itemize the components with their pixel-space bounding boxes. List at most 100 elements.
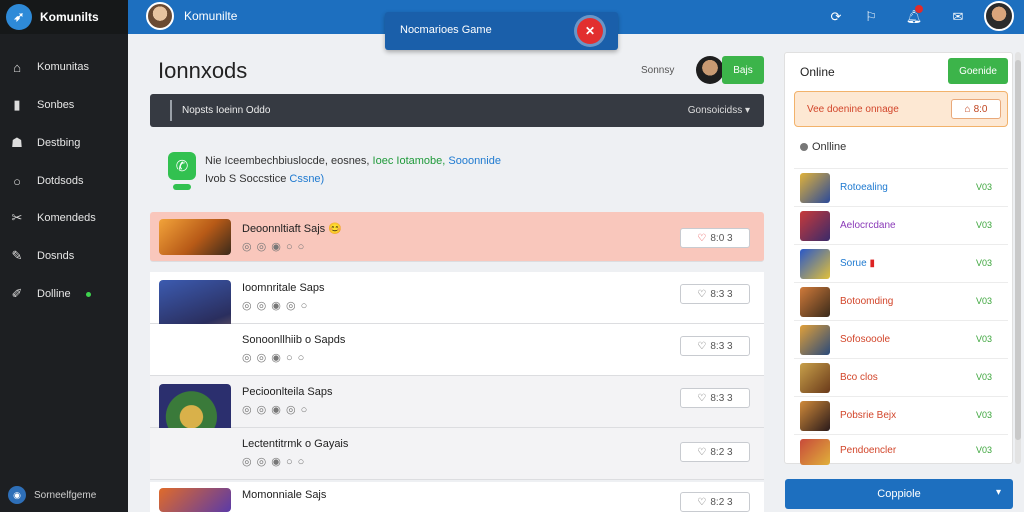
panel-action-button[interactable]: Goenide	[948, 58, 1008, 84]
user-list-item[interactable]: Sorue ▮ V03	[794, 244, 1008, 282]
join-button[interactable]: Bajs	[722, 56, 764, 84]
row-rating: ◎ ◎ ◉ ○ ○	[242, 456, 306, 468]
like-button[interactable]: ♡ 8:3 3	[680, 336, 750, 356]
info-text-link[interactable]: Sooonnide	[448, 155, 501, 167]
sidebar-item-label: Sonbes	[37, 99, 75, 111]
info-text-green[interactable]: Ioec Iotamobe,	[373, 155, 449, 167]
sidebar-item-dolline[interactable]: ✐ Dolline	[0, 279, 128, 309]
list-item[interactable]: Ioomnritale Saps ◎ ◎ ◉ ◎ ○ ♡ 8:3 3	[150, 272, 764, 362]
user-list-item[interactable]: Pobsrie Bejx V03	[794, 396, 1008, 434]
heart-icon: ♡	[697, 496, 707, 508]
page-title: Ionnxods	[158, 58, 248, 83]
user-status: V03	[976, 220, 993, 230]
sidebar-item-sonbes[interactable]: ▮ Sonbes	[0, 90, 128, 120]
user-list-item[interactable]: Sofosooole V03	[794, 320, 1008, 358]
user-avatar	[800, 439, 830, 465]
whatsapp-icon[interactable]: ✆	[168, 152, 196, 180]
row-title: Deoonnltiaft Sajs 😊	[242, 223, 342, 235]
pen-icon: ✎	[11, 248, 23, 263]
user-status: V03	[976, 372, 993, 382]
sidebar-footer[interactable]: ◉ Sorneelfgeme	[0, 478, 128, 512]
home-icon: ⌂	[13, 59, 21, 75]
sidebar-item-dosnds[interactable]: ✎ Dosnds	[0, 241, 128, 271]
chat-icon[interactable]: ⚐	[861, 7, 881, 27]
filter-bar[interactable]: Nopsts Ioeinn Oddo Gonsoicidss ▾	[150, 94, 764, 127]
status-dot-icon	[800, 143, 808, 151]
game-banner-close-button[interactable]: ✕	[577, 18, 603, 44]
sidebar-item-komunitas[interactable]: ⌂ Komunitas	[0, 52, 128, 82]
row-rating: ◎ ◎ ◉ ○ ○	[242, 241, 306, 253]
game-thumbnail	[159, 219, 231, 255]
like-button[interactable]: ♡ 8:2 3	[680, 442, 750, 462]
like-count: 8:2 3	[710, 496, 733, 508]
row-rating: ◎ ◎ ◉ ◎ ○	[242, 300, 309, 312]
message-icon[interactable]: ✉	[948, 7, 968, 27]
sidebar-item-label: Komunitas	[37, 61, 89, 73]
sort-label[interactable]: Sonnsy	[641, 65, 674, 76]
heart-icon: ♡	[697, 392, 707, 404]
like-button[interactable]: ♡ 8:3 3	[680, 388, 750, 408]
sidebar-item-destbing[interactable]: ☗ Destbing	[0, 128, 128, 158]
sort-avatar	[696, 56, 724, 84]
sidebar: ➶ Komunilts ⌂ Komunitas ▮ Sonbes ☗ Destb…	[0, 0, 128, 512]
online-heading: Onlline	[800, 141, 846, 153]
list-item[interactable]: Lectentitrmk o Gayais ◎ ◎ ◉ ○ ○ ♡ 8:2 3	[150, 428, 764, 480]
user-status: V03	[976, 258, 993, 268]
list-item[interactable]: Deoonnltiaft Sajs 😊 ◎ ◎ ◉ ○ ○ ♡ 8:0 3	[150, 212, 764, 262]
sidebar-item-dotdsods[interactable]: ○ Dotdsods	[0, 166, 128, 196]
user-name: Aelocrcdane	[840, 220, 896, 231]
whatsapp-sub-icon	[173, 184, 191, 190]
topbar-title: Komunilte	[184, 9, 238, 23]
like-button[interactable]: ♡ 8:0 3	[680, 228, 750, 248]
user-name: Botoomding	[840, 296, 894, 307]
user-list-item[interactable]: Aelocrcdane V03	[794, 206, 1008, 244]
like-count: 8:2 3	[710, 446, 733, 458]
user-list-item[interactable]: Rotoealing V03	[794, 168, 1008, 206]
like-button[interactable]: ♡ 8:2 3	[680, 492, 750, 512]
user-list-item[interactable]: Pendoencler V03	[794, 434, 1008, 465]
footer-avatar-icon: ◉	[8, 486, 26, 504]
user-name: Sofosooole	[840, 334, 891, 345]
promo-banner[interactable]: Vee doenine onnage ⌂ 8:0	[794, 91, 1008, 127]
scrollbar[interactable]	[1015, 52, 1021, 464]
user-avatar	[800, 211, 830, 241]
user-status: V03	[976, 445, 993, 455]
row-rating: ◎ ◎ ◉ ◎ ○	[242, 404, 309, 416]
promo-button-label: 8:0	[973, 103, 988, 115]
list-item[interactable]: Momonniale Sajs ♡ 8:2 3	[150, 482, 764, 512]
brand-name: Komunilts	[40, 10, 99, 24]
user-avatar[interactable]	[984, 1, 1014, 31]
bottom-action-button[interactable]: Coppiole ▾	[785, 479, 1013, 509]
sidebar-item-komendeds[interactable]: ✂ Komendeds	[0, 203, 128, 233]
info-text-part: Ivob S Soccstice	[205, 173, 290, 185]
heart-icon: ♡	[697, 340, 707, 352]
user-avatar	[800, 325, 830, 355]
promo-button[interactable]: ⌂ 8:0	[951, 99, 1001, 119]
user-list-item[interactable]: Bco clos V03	[794, 358, 1008, 396]
edit-icon: ✐	[11, 286, 23, 301]
user-status: V03	[976, 296, 993, 306]
list-item[interactable]: Pecioonlteila Saps ◎ ◎ ◉ ◎ ○ ♡ 8:3 3	[150, 376, 764, 466]
heart-icon: ♡	[697, 288, 707, 300]
row-title: Lectentitrmk o Gayais	[242, 438, 349, 450]
online-panel: Online Goenide Vee doenine onnage ⌂ 8:0 O…	[784, 52, 1013, 465]
row-title: Momonniale Sajs	[242, 489, 327, 501]
bookmark-icon: ▮	[13, 97, 21, 112]
avatar[interactable]	[146, 2, 174, 30]
game-banner[interactable]: Nocmarioes Game ✕	[385, 12, 618, 50]
brand[interactable]: ➶ Komunilts	[0, 0, 128, 34]
user-name: Sorue ▮	[840, 258, 875, 269]
row-rating: ◎ ◎ ◉ ○ ○	[242, 352, 306, 364]
sidebar-item-label: Destbing	[37, 137, 81, 149]
gift-icon: ⌂	[964, 103, 971, 115]
panel-title: Online	[800, 65, 835, 79]
like-button[interactable]: ♡ 8:3 3	[680, 284, 750, 304]
refresh-icon[interactable]: ⟳	[826, 7, 846, 27]
list-item[interactable]: Sonoonllhiib o Sapds ◎ ◎ ◉ ○ ○ ♡ 8:3 3	[150, 324, 764, 376]
info-text-link[interactable]: Cssne)	[289, 173, 324, 185]
filter-dropdown[interactable]: Gonsoicidss ▾	[688, 105, 750, 116]
scrollbar-thumb[interactable]	[1015, 60, 1021, 440]
user-avatar	[800, 173, 830, 203]
game-thumbnail	[159, 488, 231, 512]
user-list-item[interactable]: Botoomding V03	[794, 282, 1008, 320]
